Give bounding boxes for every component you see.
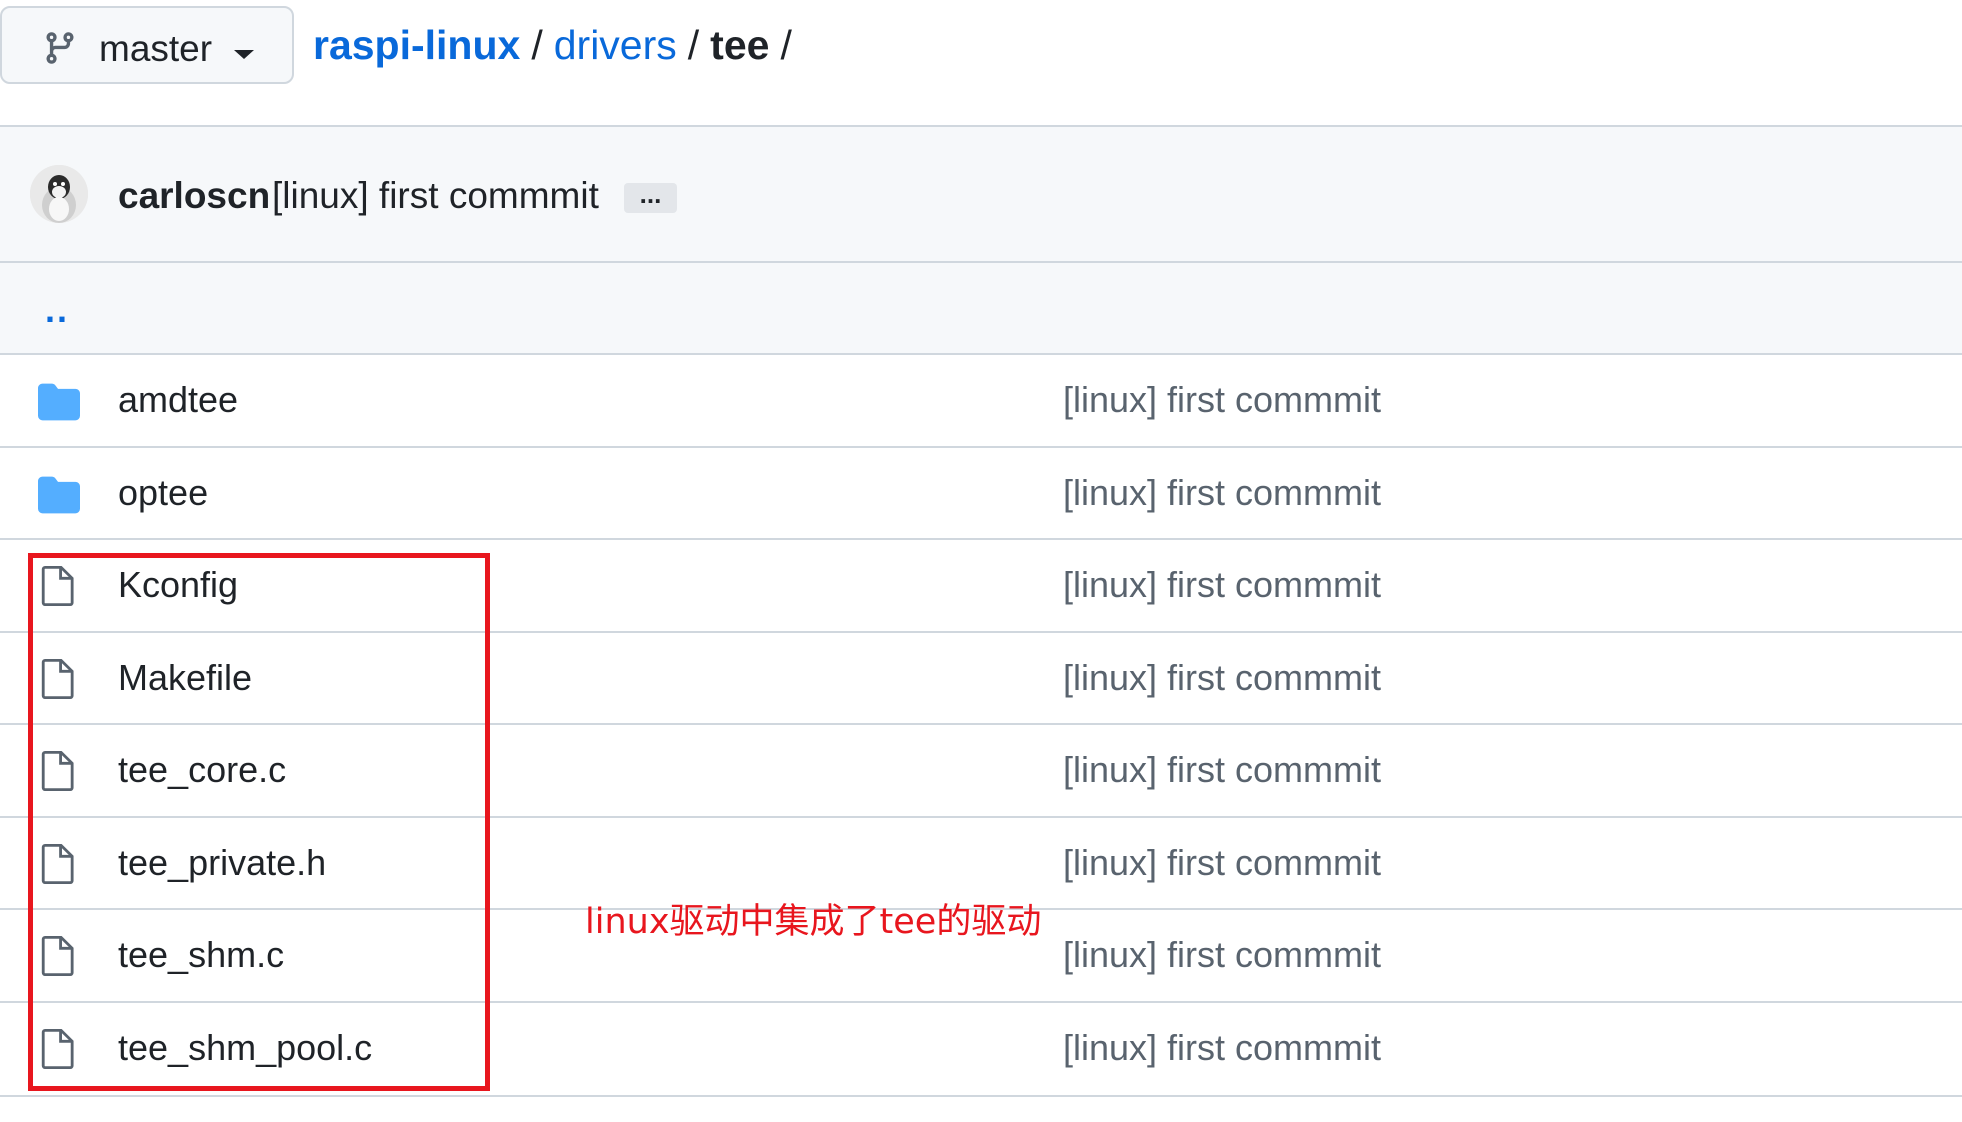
parent-directory-link[interactable]: .. [45, 289, 69, 331]
chevron-down-icon [234, 50, 254, 59]
file-commit-message-link[interactable]: [linux] first commmit [1063, 749, 1381, 791]
penguin-avatar-icon [30, 165, 88, 223]
file-commit-message-link[interactable]: [linux] first commmit [1063, 472, 1381, 514]
breadcrumb-repo-link[interactable]: raspi-linux [313, 22, 520, 69]
file-commit-message-link[interactable]: [linux] first commmit [1063, 1027, 1381, 1069]
parent-directory-row[interactable]: .. [0, 263, 1962, 355]
file-name-link[interactable]: optee [118, 472, 208, 514]
breadcrumb-current: tee [710, 22, 770, 68]
folder-icon [38, 383, 80, 421]
file-commit-message-link[interactable]: [linux] first commmit [1063, 564, 1381, 606]
branch-selector-button[interactable]: master [0, 6, 294, 84]
git-branch-icon [46, 32, 74, 64]
file-name-link[interactable]: amdtee [118, 379, 238, 421]
file-commit-message-link[interactable]: [linux] first commmit [1063, 934, 1381, 976]
file-commit-message-link[interactable]: [linux] first commmit [1063, 379, 1381, 421]
commit-author-link[interactable]: carloscn [118, 175, 270, 217]
annotation-text: linux驱动中集成了tee的驱动 [585, 902, 1042, 942]
file-commit-message-link[interactable]: [linux] first commmit [1063, 657, 1381, 699]
branch-name: master [99, 28, 213, 69]
breadcrumb-separator: / [531, 22, 543, 68]
avatar[interactable] [30, 165, 88, 223]
breadcrumb: raspi-linux / drivers / tee / [313, 22, 803, 69]
latest-commit-bar: carloscn [linux] first commmit ... [0, 127, 1962, 263]
annotation-highlight-box [28, 553, 490, 1091]
commit-message-link[interactable]: [linux] first commmit [272, 175, 599, 217]
file-commit-message-link[interactable]: [linux] first commmit [1063, 842, 1381, 884]
breadcrumb-drivers-link[interactable]: drivers [554, 22, 677, 69]
breadcrumb-separator: / [780, 22, 792, 68]
breadcrumb-separator: / [687, 22, 700, 68]
file-row[interactable]: amdtee [linux] first commmit [0, 355, 1962, 448]
commit-expand-button[interactable]: ... [624, 181, 677, 213]
file-row[interactable]: optee [linux] first commmit [0, 448, 1962, 540]
folder-icon [38, 476, 80, 513]
repo-header: master raspi-linux / drivers / tee / [0, 0, 1962, 110]
